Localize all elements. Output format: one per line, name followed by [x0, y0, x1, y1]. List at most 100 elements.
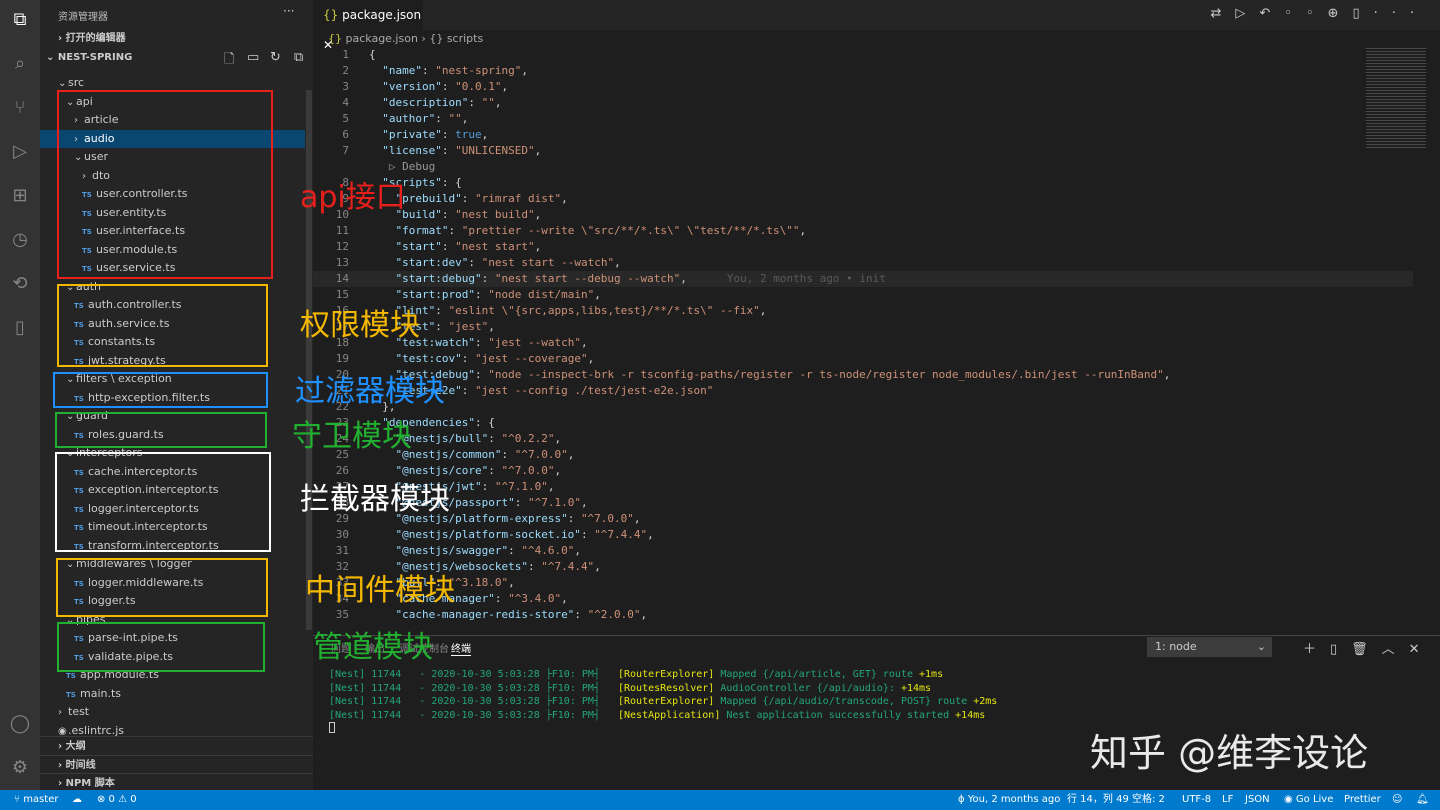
- annotation-label: 过滤器模块: [295, 374, 445, 409]
- breadcrumb-file[interactable]: package.json: [346, 32, 418, 45]
- folder-item[interactable]: › test: [40, 703, 305, 721]
- panel-actions[interactable]: ＋▯🗑︿✕: [1303, 638, 1434, 657]
- code-line: 2 "name": "nest-spring",: [313, 63, 1413, 79]
- code-line: 7 "license": "UNLICENSED",: [313, 143, 1413, 159]
- branch-indicator[interactable]: ⑂ master: [14, 790, 58, 810]
- json-value: "^7.0.0": [580, 512, 634, 525]
- colon: :: [441, 80, 456, 93]
- code-line: 31 "@nestjs/swagger": "^4.6.0",: [313, 543, 1413, 559]
- file-item[interactable]: TS main.ts: [40, 685, 305, 703]
- source-control-icon[interactable]: ⑂: [8, 96, 32, 120]
- line-number: 4: [342, 96, 349, 109]
- code-line: 26 "@nestjs/core": "^7.0.0",: [313, 463, 1413, 479]
- annotation-label: api接口: [300, 180, 406, 215]
- branch-label: master: [23, 794, 59, 805]
- code-line: 25 "@nestjs/common": "^7.0.0",: [313, 447, 1413, 463]
- line-number: 13: [335, 256, 349, 269]
- code-line: 17 "test": "jest",: [313, 319, 1413, 335]
- json-value: "^7.4.4": [594, 528, 648, 541]
- settings-icon[interactable]: ⚙: [8, 756, 32, 780]
- colon: :: [422, 64, 436, 77]
- language-mode[interactable]: JSON: [1245, 790, 1270, 810]
- punctuation: ,: [567, 448, 575, 461]
- colon: :: [461, 384, 475, 397]
- punctuation: ,: [633, 512, 641, 525]
- bell-icon[interactable]: 🔔︎: [1416, 790, 1429, 810]
- typescript-file-icon: TS: [66, 690, 76, 699]
- breadcrumb-scripts[interactable]: scripts: [447, 32, 483, 45]
- encoding[interactable]: UTF-8: [1182, 790, 1211, 810]
- extensions-icon[interactable]: ⊞: [8, 184, 32, 208]
- prettier-status[interactable]: Prettier: [1344, 790, 1381, 810]
- debug-codelens[interactable]: ▷ Debug: [313, 159, 1413, 175]
- tab-package-json[interactable]: {} package.json ✕: [313, 0, 423, 52]
- code-line: 15 "start:prod": "node dist/main",: [313, 287, 1413, 303]
- annotation-label: 管道模块: [313, 630, 433, 665]
- indentation[interactable]: 空格: 2: [1132, 790, 1165, 810]
- go-live-label: Go Live: [1295, 794, 1334, 805]
- editor-actions[interactable]: ⇄▷↶◦◦⊕▯···: [1210, 6, 1428, 21]
- panel-tab-3[interactable]: 终端: [451, 640, 471, 656]
- punctuation: ,: [554, 432, 562, 445]
- problems-indicator[interactable]: ⊗ 0 ⚠ 0: [97, 790, 137, 810]
- eol[interactable]: LF: [1222, 790, 1233, 810]
- json-key: "name": [382, 64, 422, 77]
- open-editors-section[interactable]: › 打开的编辑器: [40, 29, 313, 49]
- annotation-label: 守卫模块: [292, 419, 412, 454]
- run-debug-icon[interactable]: ▷: [8, 140, 32, 164]
- book-icon[interactable]: ▯: [8, 316, 32, 340]
- line-number: 31: [335, 544, 349, 557]
- collapse-all-icon[interactable]: ⧉: [294, 50, 303, 65]
- punctuation: ,: [534, 144, 542, 157]
- account-icon[interactable]: ◯: [8, 712, 32, 736]
- cursor-position[interactable]: 行 14，列 49: [1067, 790, 1129, 810]
- code-line: 11 "format": "prettier --write \"src/**/…: [313, 223, 1413, 239]
- new-folder-icon[interactable]: ▭: [247, 50, 259, 65]
- files-icon[interactable]: ⧉: [8, 8, 32, 32]
- json-value: "jest": [448, 320, 489, 333]
- json-value: "node --inspect-brk -r tsconfig-paths/re…: [488, 368, 1164, 381]
- terminal-select[interactable]: 1: node ⌄: [1147, 637, 1272, 657]
- colon: :: [441, 208, 456, 221]
- refresh-icon[interactable]: ↻: [270, 50, 281, 65]
- terminal-output[interactable]: [Nest] 11744 - 2020-10-30 5:03:28 ├F10: …: [329, 668, 997, 736]
- section-1[interactable]: › 时间线: [40, 754, 313, 775]
- search-icon[interactable]: ⌕: [8, 52, 32, 76]
- punctuation: ,: [614, 256, 621, 269]
- terminal-line: [Nest] 11744 - 2020-10-30 5:03:28 ├F10: …: [329, 668, 997, 682]
- code-line: 27 "@nestjs/jwt": "^7.1.0",: [313, 479, 1413, 495]
- annotation-box: [53, 372, 268, 408]
- sidebar-scrollbar[interactable]: [306, 90, 312, 630]
- remote-icon[interactable]: ⟲: [8, 272, 32, 296]
- minimap[interactable]: [1366, 48, 1426, 148]
- annotation-label: 中间件模块: [305, 573, 455, 608]
- json-key: "description": [382, 96, 469, 109]
- code-line: 12 "start": "nest start",: [313, 239, 1413, 255]
- punctuation: {: [369, 48, 376, 61]
- log-elapsed: +2ms: [973, 696, 998, 707]
- code-line: 13 "start:dev": "nest start --watch",: [313, 255, 1413, 271]
- punctuation: ,: [580, 336, 588, 349]
- section-0[interactable]: › 大纲: [40, 736, 313, 756]
- new-file-icon[interactable]: 🗋: [224, 50, 234, 72]
- open-editors-label: 打开的编辑器: [65, 33, 126, 44]
- json-value: "0.0.1": [455, 80, 502, 93]
- feedback-icon[interactable]: ☺: [1392, 790, 1402, 810]
- colon: :: [474, 336, 489, 349]
- json-key: "test:cov": [395, 352, 462, 365]
- line-number: 1: [342, 48, 349, 61]
- blame-status[interactable]: ϕ You, 2 months ago: [958, 790, 1060, 810]
- punctuation: ,: [494, 96, 502, 109]
- annotation-label: 权限模块: [300, 308, 420, 343]
- go-live-button[interactable]: ◉ Go Live: [1284, 790, 1333, 810]
- json-value: "nest-spring": [435, 64, 522, 77]
- more-actions-button[interactable]: ···: [283, 4, 294, 18]
- json-value: "^3.4.0": [508, 592, 562, 605]
- timeline-icon[interactable]: ◷: [8, 228, 32, 252]
- log-prefix: [Nest] 11744 - 2020-10-30 5:03:28 ├F10: …: [329, 696, 618, 707]
- sync-icon[interactable]: ☁: [72, 790, 82, 810]
- json-key: "format": [395, 224, 449, 237]
- terminal-cursor[interactable]: [329, 722, 997, 736]
- annotation-box: [56, 558, 268, 617]
- colon: :: [474, 368, 489, 381]
